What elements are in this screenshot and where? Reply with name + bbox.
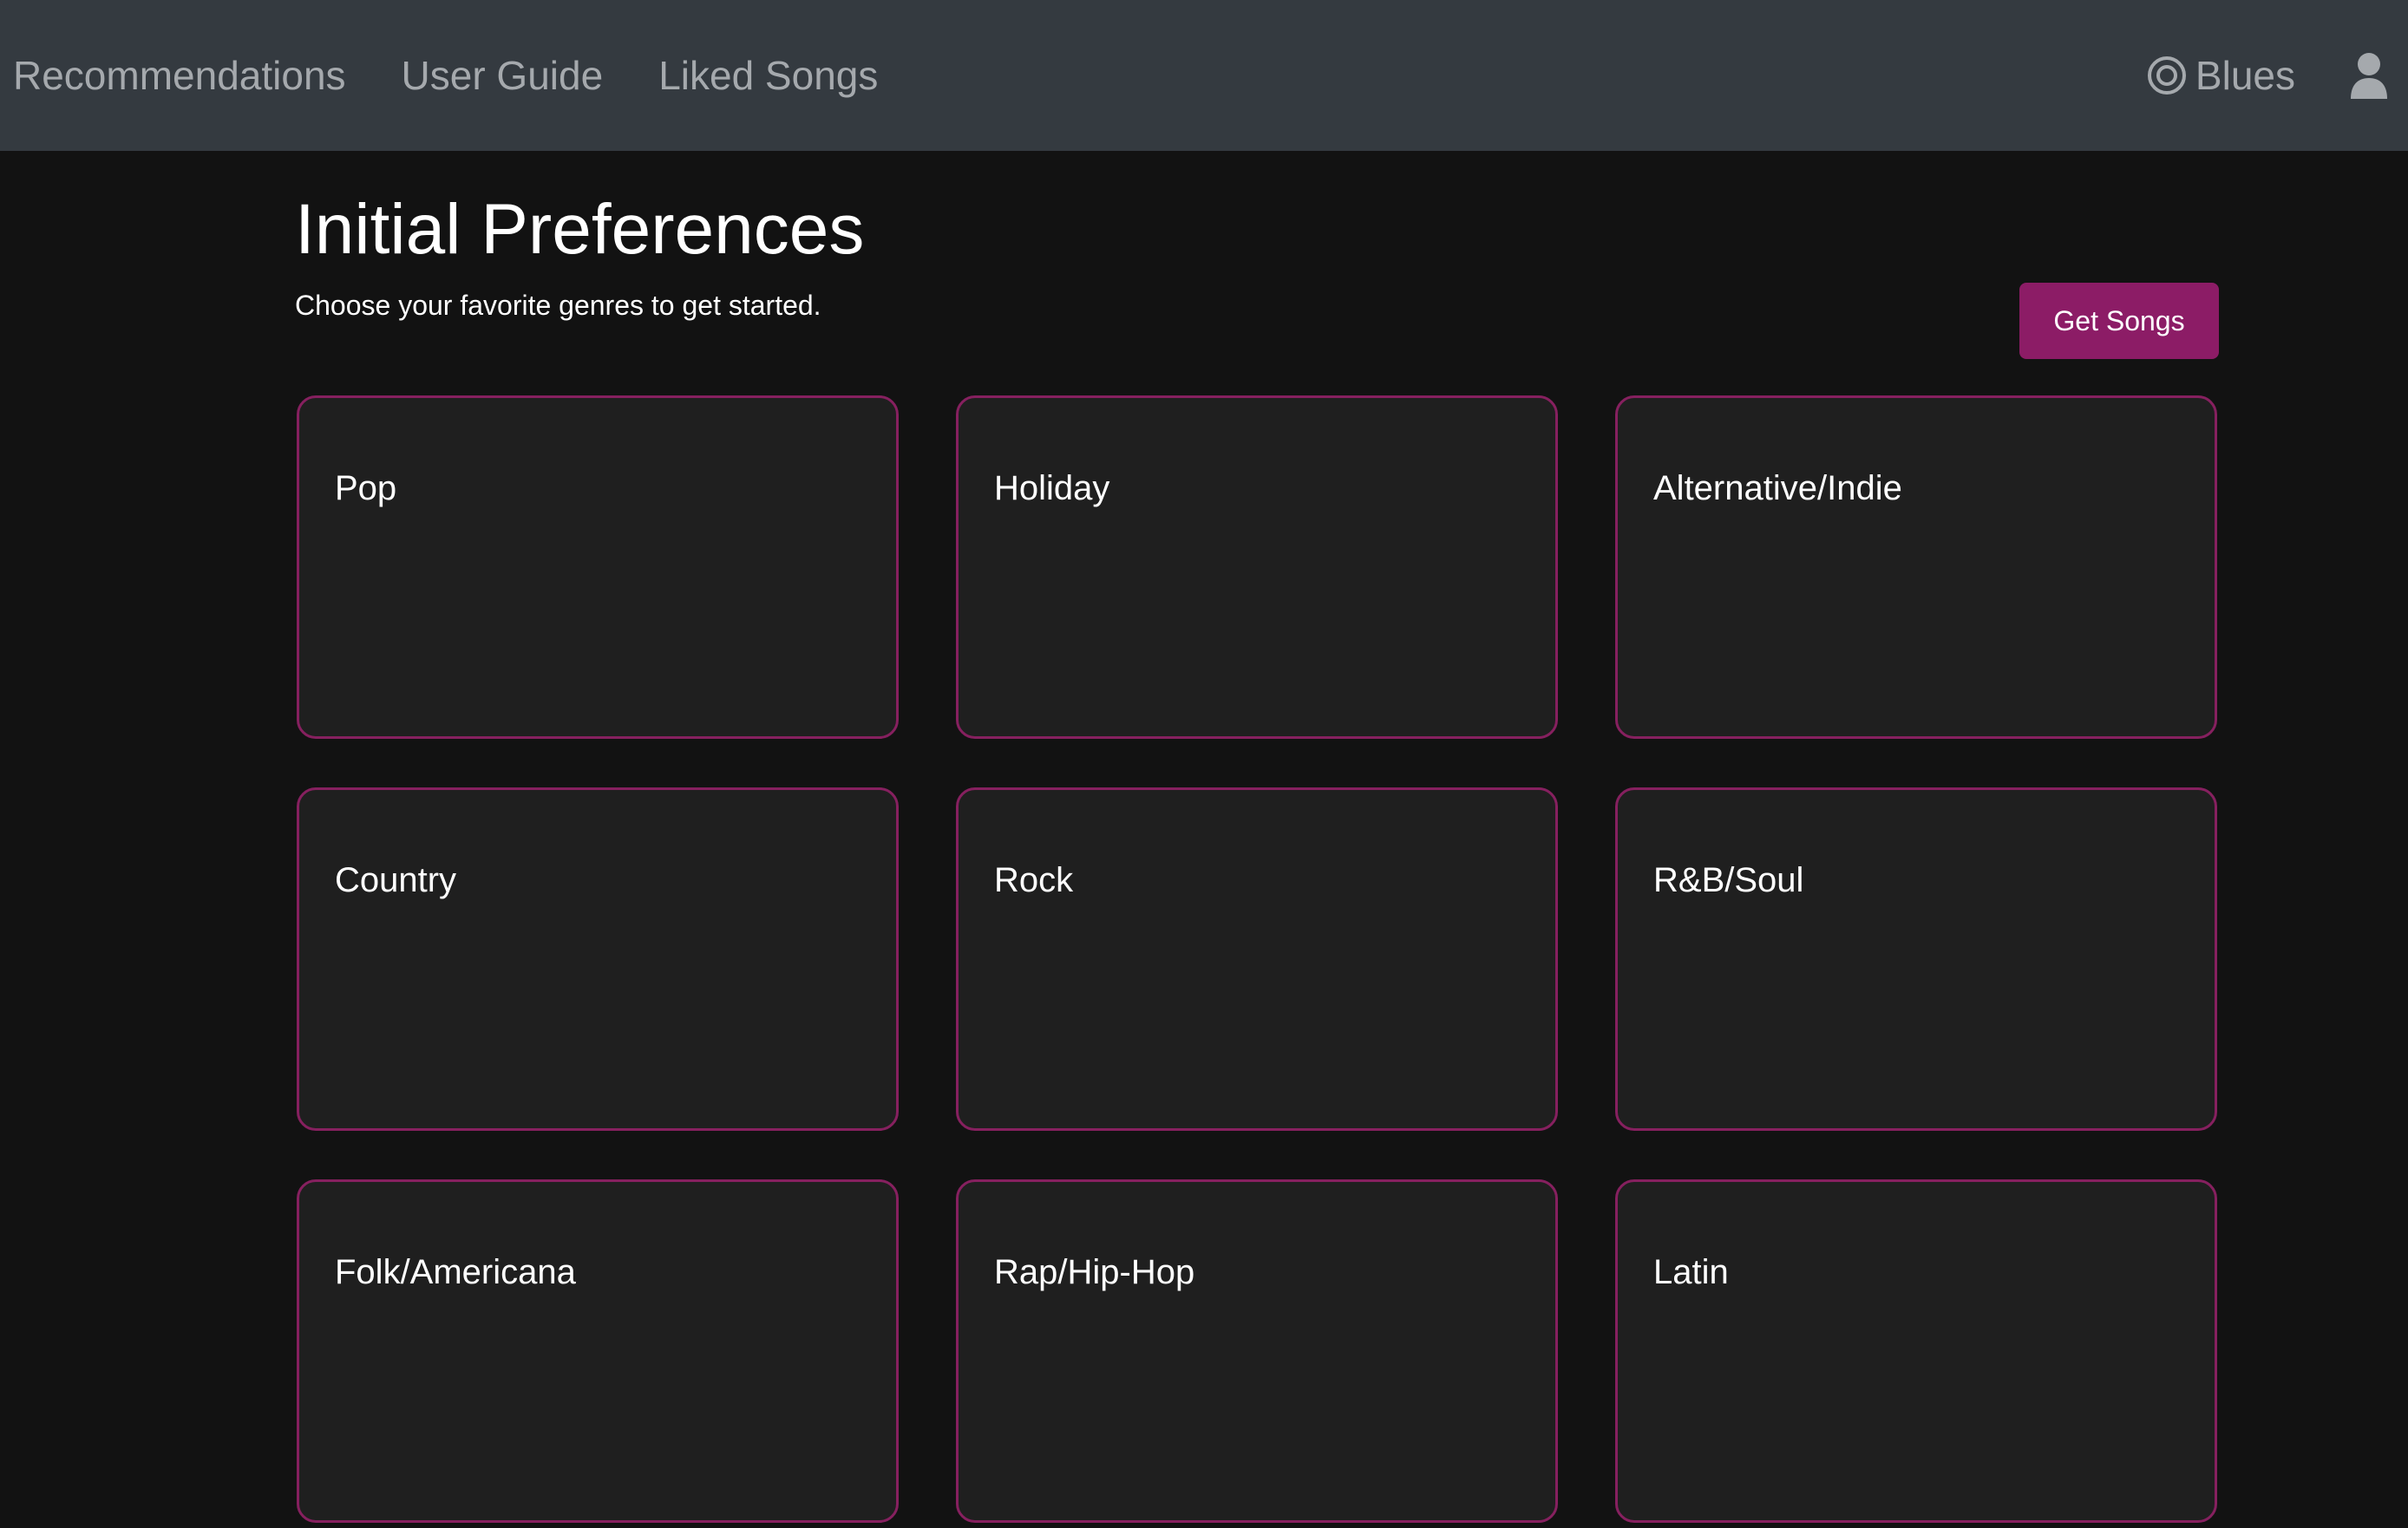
genre-brand-link[interactable]: Blues	[2147, 52, 2295, 99]
genre-label: Pop	[335, 469, 397, 507]
genre-card-country[interactable]: Country	[297, 787, 899, 1131]
nav-right: Blues	[2147, 0, 2408, 151]
target-icon	[2147, 56, 2186, 95]
genre-card-latin[interactable]: Latin	[1615, 1179, 2217, 1523]
genre-card-rap-hip-hop[interactable]: Rap/Hip-Hop	[956, 1179, 1558, 1523]
genre-label: Rap/Hip-Hop	[994, 1253, 1195, 1291]
nav-links: Recommendations User Guide Liked Songs	[13, 0, 933, 151]
genre-label: Folk/Americana	[335, 1253, 576, 1291]
genre-card-alternative-indie[interactable]: Alternative/Indie	[1615, 395, 2217, 739]
nav-link-recommendations[interactable]: Recommendations	[13, 52, 346, 99]
genre-label: R&B/Soul	[1653, 861, 1804, 899]
user-icon[interactable]	[2349, 52, 2389, 99]
page-title: Initial Preferences	[295, 190, 865, 269]
genre-label: Rock	[994, 861, 1074, 899]
page-subtitle: Choose your favorite genres to get start…	[295, 290, 821, 321]
genre-label: Alternative/Indie	[1653, 469, 1902, 507]
genre-card-rnb-soul[interactable]: R&B/Soul	[1615, 787, 2217, 1131]
genre-label: Latin	[1653, 1253, 1729, 1291]
genre-card-folk-americana[interactable]: Folk/Americana	[297, 1179, 899, 1523]
get-songs-button[interactable]: Get Songs	[2019, 283, 2219, 359]
genre-card-holiday[interactable]: Holiday	[956, 395, 1558, 739]
top-navbar: Recommendations User Guide Liked Songs B…	[0, 0, 2408, 151]
genre-grid: Pop Holiday Alternative/Indie Country Ro…	[297, 395, 2222, 1523]
brand-label: Blues	[2195, 53, 2295, 98]
genre-label: Country	[335, 861, 457, 899]
genre-card-rock[interactable]: Rock	[956, 787, 1558, 1131]
nav-link-liked-songs[interactable]: Liked Songs	[658, 52, 878, 99]
genre-card-pop[interactable]: Pop	[297, 395, 899, 739]
nav-link-user-guide[interactable]: User Guide	[402, 52, 604, 99]
genre-label: Holiday	[994, 469, 1110, 507]
